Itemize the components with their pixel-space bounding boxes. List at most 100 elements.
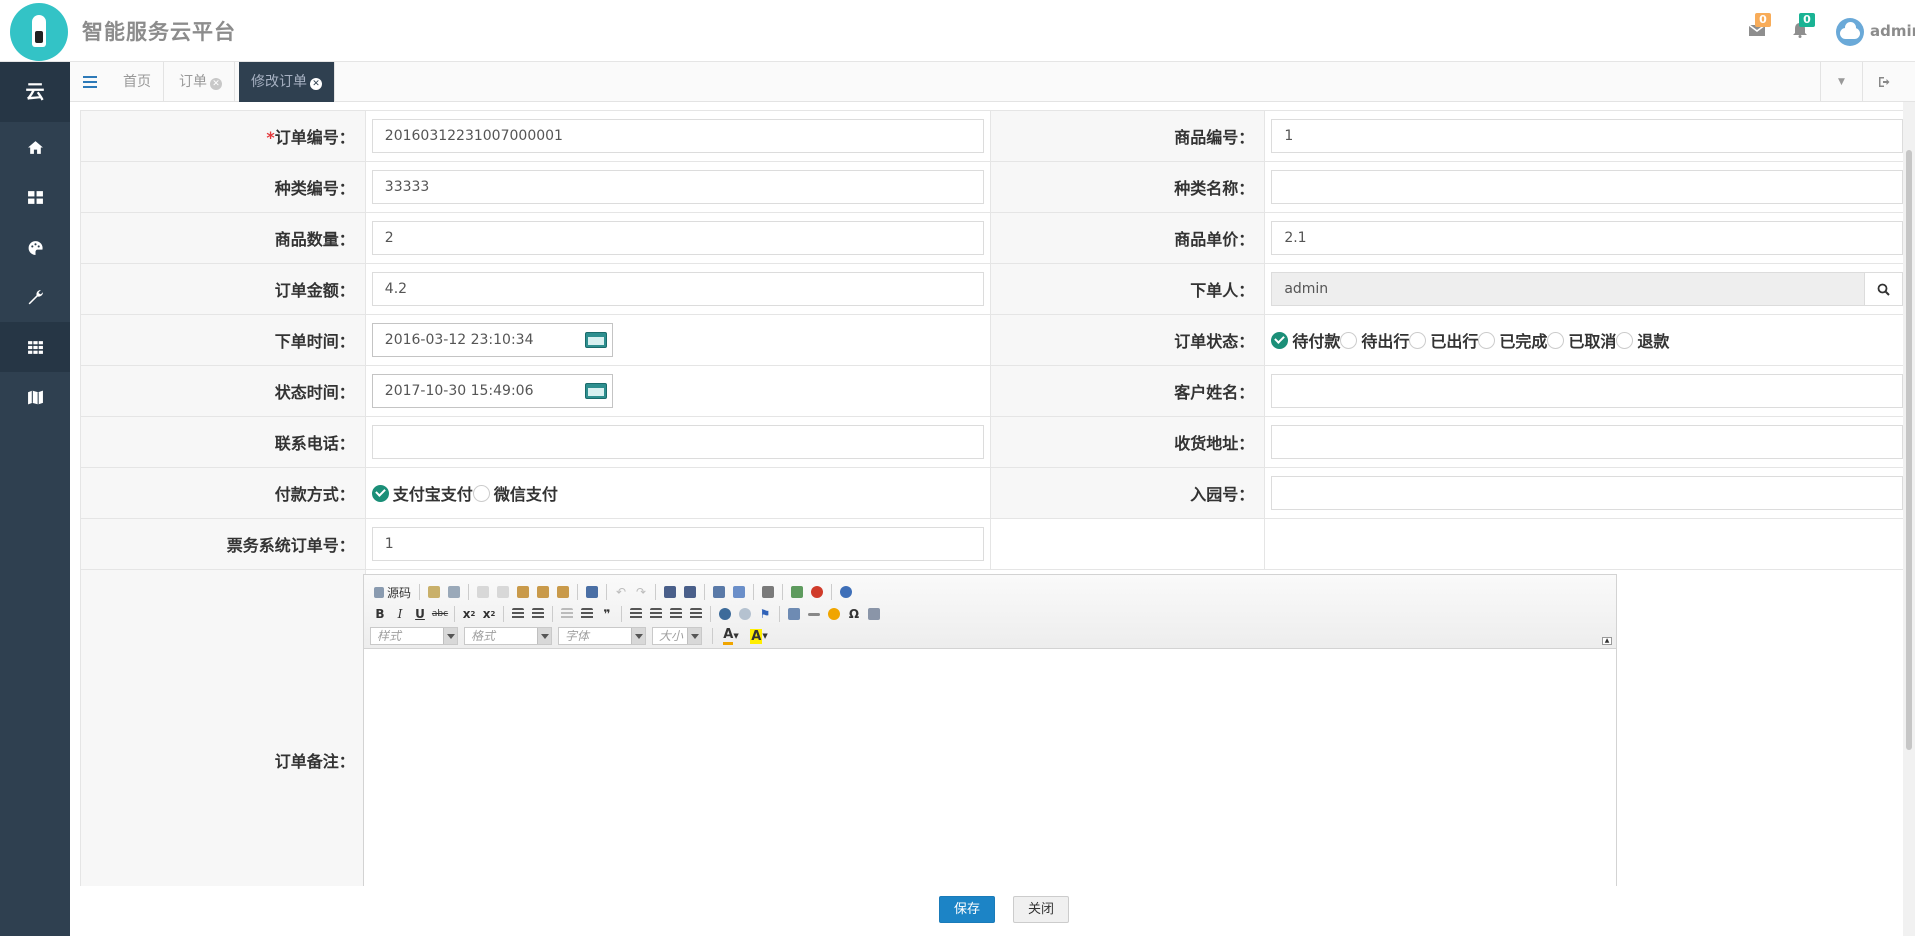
order-time-input[interactable]: 2016-03-12 23:10:34: [371, 323, 613, 357]
ordered-list-icon[interactable]: [508, 605, 528, 623]
source-button[interactable]: 源码: [370, 583, 415, 601]
remove-format-icon[interactable]: [729, 583, 749, 601]
calendar-icon[interactable]: [584, 383, 607, 399]
chevron-down-icon: [687, 628, 701, 644]
spellcheck-icon[interactable]: [758, 583, 778, 601]
menu-toggle-button[interactable]: [70, 62, 110, 102]
paste-text-icon[interactable]: [533, 583, 553, 601]
customer-name-input[interactable]: [1271, 374, 1903, 408]
unlink-icon[interactable]: [735, 605, 755, 623]
ticket-order-input[interactable]: 1: [371, 527, 984, 561]
status-time-input[interactable]: 2017-10-30 15:49:06: [371, 374, 613, 408]
replace-icon[interactable]: [680, 583, 700, 601]
copy-icon[interactable]: [493, 583, 513, 601]
close-button[interactable]: 关闭: [1013, 896, 1069, 923]
sidebar-item-map[interactable]: [0, 372, 70, 422]
strike-icon[interactable]: abc: [430, 605, 450, 623]
payment-option-wechat[interactable]: 微信支付: [472, 481, 558, 505]
status-option-cancelled[interactable]: 已取消: [1547, 328, 1616, 352]
sidebar-item-tables[interactable]: [0, 322, 70, 372]
paste-word-icon[interactable]: [553, 583, 573, 601]
bold-icon[interactable]: B: [370, 605, 390, 623]
user-avatar[interactable]: [1836, 18, 1864, 46]
category-no-input[interactable]: 33333: [371, 170, 984, 204]
preview-icon[interactable]: [444, 583, 464, 601]
close-tab-icon[interactable]: ✕: [210, 78, 222, 90]
status-option-pending-travel[interactable]: 待出行: [1340, 328, 1409, 352]
font-combo[interactable]: 字体: [558, 627, 646, 645]
status-option-completed[interactable]: 已完成: [1478, 328, 1547, 352]
unit-price-input[interactable]: 2.1: [1271, 221, 1903, 255]
redo-icon[interactable]: ↷: [631, 583, 651, 601]
sidebar-head[interactable]: 云: [0, 62, 70, 122]
scrollbar-thumb[interactable]: [1906, 150, 1912, 750]
sidebar-item-palette[interactable]: [0, 222, 70, 272]
quantity-input[interactable]: 2: [371, 221, 984, 255]
format-combo[interactable]: 格式: [464, 627, 552, 645]
text-color-icon[interactable]: A ▼: [717, 627, 745, 645]
tab-dropdown-button[interactable]: ▼: [1820, 62, 1862, 102]
sidebar-item-home[interactable]: [0, 122, 70, 172]
status-option-traveled[interactable]: 已出行: [1409, 328, 1478, 352]
link-icon[interactable]: [715, 605, 735, 623]
orderer-search-button[interactable]: [1865, 272, 1903, 306]
save-doc-icon[interactable]: [424, 583, 444, 601]
table-icon[interactable]: [784, 605, 804, 623]
subscript-icon[interactable]: x2: [459, 605, 479, 623]
size-combo[interactable]: 大小: [652, 627, 702, 645]
smiley-icon[interactable]: [824, 605, 844, 623]
special-char-icon[interactable]: Ω: [844, 605, 864, 623]
undo-icon[interactable]: ↶: [611, 583, 631, 601]
payment-option-alipay[interactable]: 支付宝支付: [371, 481, 473, 505]
bulleted-list-icon[interactable]: [528, 605, 548, 623]
collapse-toolbar-icon[interactable]: ▲: [1602, 637, 1612, 645]
anchor-flag-icon[interactable]: ⚑: [755, 605, 775, 623]
background-color-icon[interactable]: A ▼: [745, 627, 773, 645]
calendar-icon[interactable]: [584, 332, 607, 348]
logout-button[interactable]: [1862, 62, 1904, 102]
horizontal-rule-icon[interactable]: [804, 605, 824, 623]
status-option-pending-payment[interactable]: 待付款: [1271, 328, 1340, 352]
status-option-refund[interactable]: 退款: [1616, 328, 1669, 352]
italic-icon[interactable]: I: [390, 605, 410, 623]
maximize-icon[interactable]: [836, 583, 856, 601]
park-no-input[interactable]: [1271, 476, 1903, 510]
align-center-icon[interactable]: [646, 605, 666, 623]
tab-orders[interactable]: 订单 ✕: [167, 62, 235, 102]
align-right-icon[interactable]: [666, 605, 686, 623]
sidebar-item-settings[interactable]: [0, 272, 70, 322]
cut-icon[interactable]: [473, 583, 493, 601]
flash-icon[interactable]: [807, 583, 827, 601]
amount-input[interactable]: 4.2: [371, 272, 984, 306]
paste-icon[interactable]: [513, 583, 533, 601]
save-button[interactable]: 保存: [939, 896, 995, 923]
messages-badge: 0: [1755, 13, 1771, 27]
indent-icon[interactable]: [577, 605, 597, 623]
find-icon[interactable]: [660, 583, 680, 601]
blockquote-icon[interactable]: ❞: [597, 605, 617, 623]
map-icon: [27, 390, 43, 404]
category-name-input[interactable]: [1271, 170, 1903, 204]
page-break-icon[interactable]: [864, 605, 884, 623]
empty-cell: [1264, 518, 1908, 570]
image-icon[interactable]: [787, 583, 807, 601]
align-left-icon[interactable]: [626, 605, 646, 623]
style-combo[interactable]: 样式: [370, 627, 458, 645]
editor-text-area[interactable]: [364, 649, 1616, 886]
vertical-scrollbar[interactable]: [1903, 102, 1915, 936]
select-all-icon[interactable]: [709, 583, 729, 601]
underline-icon[interactable]: U: [410, 605, 430, 623]
align-justify-icon[interactable]: [686, 605, 706, 623]
close-tab-icon[interactable]: ✕: [310, 78, 322, 90]
order-no-input[interactable]: 20160312231007000001: [371, 119, 984, 153]
tab-home[interactable]: 首页: [111, 62, 164, 102]
address-input[interactable]: [1271, 425, 1903, 459]
phone-input[interactable]: [371, 425, 984, 459]
sidebar-item-dashboard[interactable]: [0, 172, 70, 222]
print-icon[interactable]: [582, 583, 602, 601]
goods-no-input[interactable]: 1: [1271, 119, 1903, 153]
superscript-icon[interactable]: x2: [479, 605, 499, 623]
user-name[interactable]: admin: [1870, 22, 1915, 40]
tab-edit-order[interactable]: 修改订单 ✕: [239, 62, 335, 102]
outdent-icon[interactable]: [557, 605, 577, 623]
